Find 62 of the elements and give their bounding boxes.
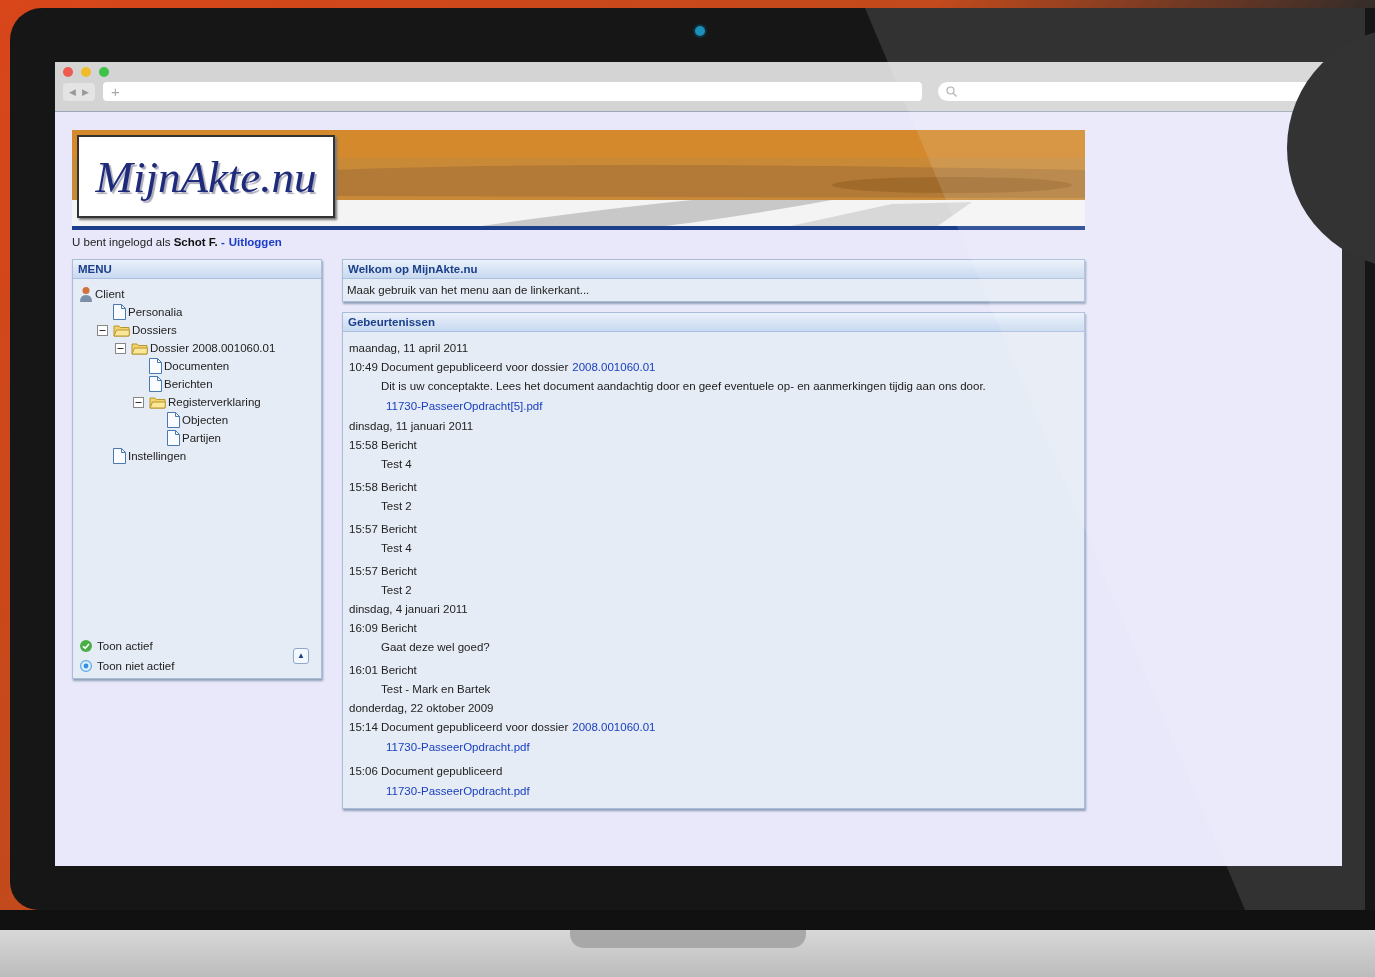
event-date: maandag, 11 april 2011 <box>349 342 469 354</box>
folder-icon <box>149 395 166 409</box>
collapse-icon[interactable] <box>97 324 108 336</box>
camera-icon <box>693 24 707 38</box>
collapse-button[interactable]: ▲ <box>293 648 309 664</box>
event-title: 15:58 Bericht <box>349 481 417 493</box>
event-date: dinsdag, 4 januari 2011 <box>349 603 468 615</box>
panel-header: MENU <box>73 260 321 279</box>
event-message: Dit is uw conceptakte. Lees het document aandachtig door en geef eventuele op- en aanmerkingen tijdig aan ons door. <box>381 380 986 392</box>
document-icon <box>113 304 126 320</box>
event-title: 15:58 Bericht <box>349 439 417 451</box>
document-icon <box>113 448 126 464</box>
document-icon <box>149 376 162 392</box>
file-link[interactable]: 11730-PasseerOpdracht[5].pdf <box>386 400 543 412</box>
dossier-link[interactable]: 2008.001060.01 <box>572 721 656 733</box>
file-link[interactable]: 11730-PasseerOpdracht.pdf <box>386 785 530 797</box>
collapse-icon[interactable] <box>115 342 126 354</box>
tree-item[interactable]: Registerverklaring <box>168 396 261 408</box>
legend-label[interactable]: Toon niet actief <box>97 660 175 672</box>
panel-header: Gebeurtenissen <box>343 313 1084 332</box>
dossier-link[interactable]: 2008.001060.01 <box>572 361 656 373</box>
event-date: dinsdag, 11 januari 2011 <box>349 420 474 432</box>
logout-link[interactable]: Uitloggen <box>228 236 282 248</box>
welcome-text: Maak gebruik van het menu aan de linkerkant... <box>347 284 590 296</box>
event-date: donderdag, 22 oktober 2009 <box>349 702 494 714</box>
document-icon <box>167 430 180 446</box>
document-icon <box>149 358 162 374</box>
event-title: 15:14 Document gepubliceerd voor dossier <box>349 721 569 733</box>
tree-item[interactable]: Documenten <box>164 360 230 372</box>
tree-item[interactable]: Personalia <box>128 306 183 318</box>
panel-header: Welkom op MijnAkte.nu <box>343 260 1084 279</box>
file-link[interactable]: 11730-PasseerOpdracht.pdf <box>386 741 530 753</box>
login-status: U bent ingelogd als Schot F. - <box>72 236 225 248</box>
event-message: Test 4 <box>381 542 412 554</box>
collapse-icon[interactable] <box>133 396 144 408</box>
event-title: 16:01 Bericht <box>349 664 417 676</box>
event-message: Test 2 <box>381 500 412 512</box>
tree-item[interactable]: Client <box>95 288 125 300</box>
person-icon <box>79 286 93 302</box>
document-icon <box>167 412 180 428</box>
folder-icon <box>131 341 148 355</box>
folder-icon <box>113 323 130 337</box>
tree-item[interactable]: Partijen <box>182 432 221 444</box>
tree-item[interactable]: Berichten <box>164 378 213 390</box>
tree-item[interactable]: Dossiers <box>132 324 177 336</box>
event-title: 15:57 Bericht <box>349 523 417 535</box>
legend-label[interactable]: Toon actief <box>97 640 153 652</box>
tree-item[interactable]: Instellingen <box>128 450 187 462</box>
search-icon <box>945 86 957 97</box>
event-title: 15:06 Document gepubliceerd <box>349 765 503 777</box>
event-title: 16:09 Bericht <box>349 622 417 634</box>
event-message: Gaat deze wel goed? <box>381 641 490 653</box>
check-icon <box>80 640 92 652</box>
tree-item[interactable]: Dossier 2008.001060.01 <box>150 342 276 354</box>
logo: MijnAkte.nu <box>77 135 335 218</box>
radio-icon <box>80 660 92 672</box>
tree-item[interactable]: Objecten <box>182 414 229 426</box>
event-message: Test 2 <box>381 584 412 596</box>
event-message: Test - Mark en Bartek <box>381 683 491 695</box>
event-title: 15:57 Bericht <box>349 565 417 577</box>
event-message: Test 4 <box>381 458 412 470</box>
event-title: 10:49 Document gepubliceerd voor dossier <box>349 361 569 373</box>
